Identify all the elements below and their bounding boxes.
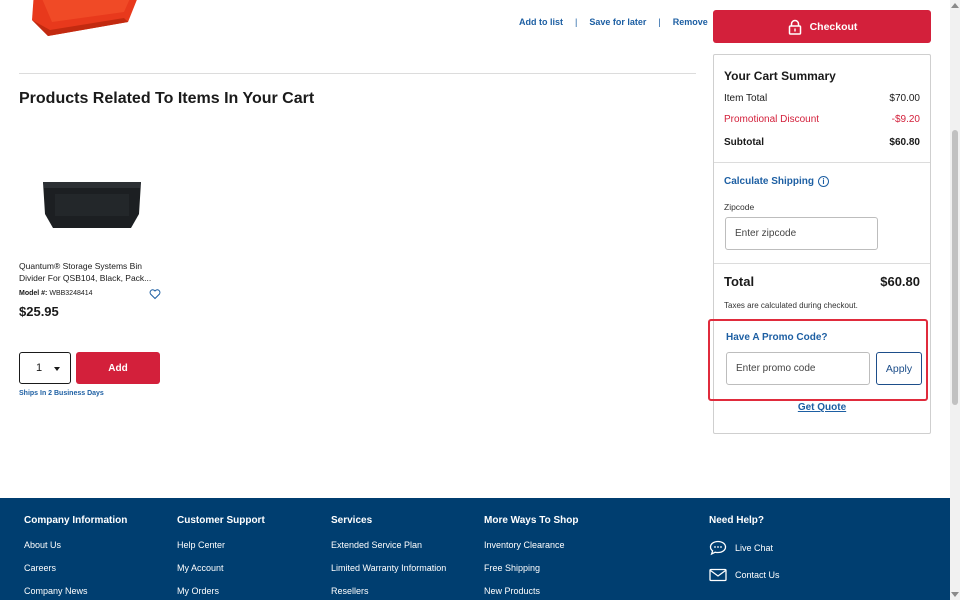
- total-value: $60.80: [880, 274, 920, 289]
- separator: |: [658, 17, 661, 27]
- remove-link[interactable]: Remove: [673, 17, 708, 27]
- heart-icon[interactable]: [149, 288, 161, 300]
- zipcode-label: Zipcode: [724, 202, 755, 212]
- model-value: WBB3248414: [49, 290, 93, 297]
- divider: [714, 263, 930, 264]
- chevron-down-icon: [54, 367, 60, 371]
- add-to-cart-button[interactable]: Add: [76, 352, 160, 384]
- footer-services-column: Services Extended Service Plan Limited W…: [331, 515, 446, 600]
- footer-link[interactable]: Free Shipping: [484, 563, 578, 573]
- promo-title: Have A Promo Code?: [726, 332, 828, 343]
- apply-button[interactable]: Apply: [876, 352, 922, 385]
- zipcode-input[interactable]: Enter zipcode: [725, 217, 878, 250]
- footer-link[interactable]: Company News: [24, 586, 127, 596]
- footer-link[interactable]: Limited Warranty Information: [331, 563, 446, 573]
- footer-link[interactable]: My Account: [177, 563, 265, 573]
- contact-us-label: Contact Us: [735, 570, 780, 580]
- promo-code-section: Have A Promo Code? Enter promo code Appl…: [708, 319, 928, 401]
- item-total-value: $70.00: [889, 93, 920, 104]
- cart-item-image: [32, 0, 137, 36]
- footer-link[interactable]: Help Center: [177, 540, 265, 550]
- scroll-up-arrow[interactable]: [951, 3, 959, 8]
- contact-us-link[interactable]: Contact Us: [709, 568, 780, 582]
- checkout-button[interactable]: Checkout: [713, 10, 931, 43]
- footer-link[interactable]: Extended Service Plan: [331, 540, 446, 550]
- item-total-row: Item Total $70.00: [724, 93, 920, 104]
- divider: [714, 162, 930, 163]
- product-model: Model #: WBB3248414: [19, 290, 93, 297]
- vertical-scrollbar[interactable]: [950, 0, 960, 600]
- promo-discount-value: -$9.20: [891, 114, 920, 125]
- get-quote-link[interactable]: Get Quote: [714, 402, 930, 413]
- lock-icon: [788, 19, 801, 35]
- scrollbar-thumb[interactable]: [952, 130, 958, 405]
- promo-discount-row: Promotional Discount -$9.20: [724, 114, 920, 125]
- quantity-select[interactable]: 1: [19, 352, 71, 384]
- shipping-estimate: Ships In 2 Business Days: [19, 390, 104, 397]
- footer-link[interactable]: Inventory Clearance: [484, 540, 578, 550]
- taxes-note: Taxes are calculated during checkout.: [724, 301, 858, 310]
- add-to-list-link[interactable]: Add to list: [519, 17, 563, 27]
- cart-page: Add to list | Save for later | Remove Pr…: [0, 0, 950, 600]
- footer-heading: Customer Support: [177, 515, 265, 526]
- footer-heading: Company Information: [24, 515, 128, 526]
- product-image[interactable]: [19, 170, 164, 240]
- footer-link[interactable]: New Products: [484, 586, 578, 596]
- footer-more-column: More Ways To Shop Inventory Clearance Fr…: [484, 515, 578, 600]
- subtotal-label: Subtotal: [724, 137, 764, 148]
- footer-support-column: Customer Support Help Center My Account …: [177, 515, 265, 600]
- footer-company-column: Company Information About Us Careers Com…: [24, 515, 127, 600]
- footer-link[interactable]: About Us: [24, 540, 127, 550]
- chat-icon: [709, 540, 727, 556]
- subtotal-row: Subtotal $60.80: [724, 137, 920, 148]
- bin-divider-image: [42, 182, 141, 228]
- summary-title: Your Cart Summary: [724, 69, 836, 83]
- cart-item-actions: Add to list | Save for later | Remove: [519, 17, 708, 27]
- cart-summary: Your Cart Summary Item Total $70.00 Prom…: [708, 54, 931, 434]
- model-label: Model #:: [19, 290, 48, 297]
- quantity-value: 1: [36, 362, 43, 374]
- footer-link[interactable]: Resellers: [331, 586, 446, 596]
- save-for-later-link[interactable]: Save for later: [589, 17, 646, 27]
- related-products-title: Products Related To Items In Your Cart: [19, 90, 315, 107]
- related-product-card: Quantum® Storage Systems Bin Divider For…: [19, 170, 164, 319]
- separator: |: [575, 17, 578, 27]
- checkout-label: Checkout: [809, 20, 858, 33]
- footer-heading: Need Help?: [709, 515, 765, 526]
- promo-code-input[interactable]: Enter promo code: [726, 352, 870, 385]
- product-name[interactable]: Quantum® Storage Systems Bin Divider For…: [19, 260, 159, 284]
- calculate-shipping-label: Calculate Shipping: [724, 176, 815, 187]
- footer-heading: Services: [331, 515, 373, 526]
- calculate-shipping-link[interactable]: Calculate Shipping i: [724, 176, 830, 187]
- footer-link[interactable]: Careers: [24, 563, 127, 573]
- product-price: $25.95: [19, 304, 59, 319]
- scroll-down-arrow[interactable]: [951, 592, 959, 597]
- item-total-label: Item Total: [724, 93, 768, 104]
- footer-help-column: Need Help? Live Chat Contact Us: [709, 515, 780, 594]
- info-icon[interactable]: i: [818, 176, 830, 187]
- section-divider: [19, 73, 696, 74]
- mail-icon: [709, 568, 727, 582]
- site-footer: Company Information About Us Careers Com…: [0, 498, 950, 600]
- total-row: Total $60.80: [724, 274, 920, 289]
- footer-link[interactable]: My Orders: [177, 586, 265, 596]
- promo-discount-label: Promotional Discount: [724, 114, 820, 125]
- subtotal-value: $60.80: [889, 137, 920, 148]
- footer-heading: More Ways To Shop: [484, 515, 579, 526]
- total-label: Total: [724, 274, 755, 289]
- live-chat-label: Live Chat: [735, 543, 774, 553]
- live-chat-link[interactable]: Live Chat: [709, 540, 780, 556]
